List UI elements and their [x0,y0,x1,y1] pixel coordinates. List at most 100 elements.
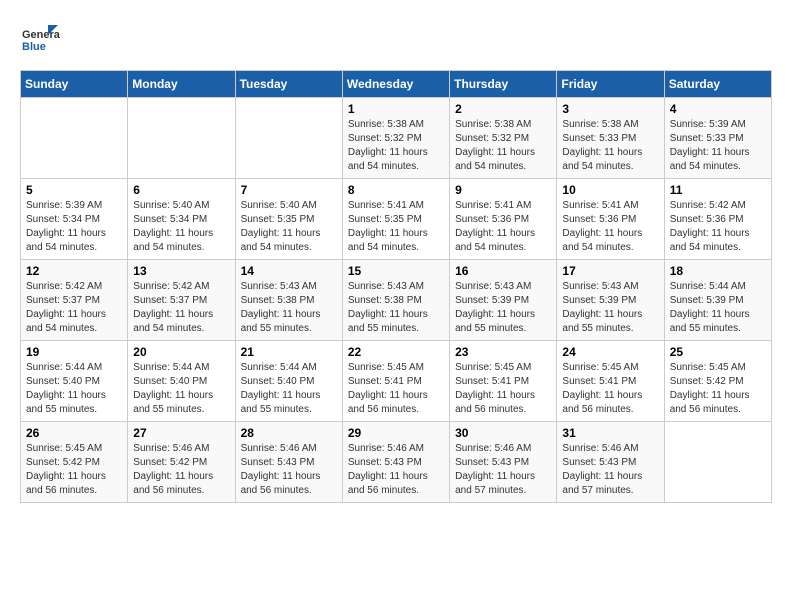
day-info: Sunrise: 5:45 AM Sunset: 5:42 PM Dayligh… [670,361,766,417]
day-info: Sunrise: 5:40 AM Sunset: 5:34 PM Dayligh… [133,199,229,255]
day-info: Sunrise: 5:43 AM Sunset: 5:39 PM Dayligh… [455,280,551,336]
day-info: Sunrise: 5:44 AM Sunset: 5:40 PM Dayligh… [26,361,122,417]
calendar-cell: 2 Sunrise: 5:38 AM Sunset: 5:32 PM Daylig… [450,98,557,179]
day-info: Sunrise: 5:42 AM Sunset: 5:37 PM Dayligh… [133,280,229,336]
day-info: Sunrise: 5:41 AM Sunset: 5:36 PM Dayligh… [562,199,658,255]
day-number: 22 [348,345,444,359]
day-info: Sunrise: 5:45 AM Sunset: 5:41 PM Dayligh… [348,361,444,417]
day-number: 25 [670,345,766,359]
calendar-cell: 24 Sunrise: 5:45 AM Sunset: 5:41 PM Dayli… [557,341,664,422]
calendar-table: SundayMondayTuesdayWednesdayThursdayFrid… [20,70,772,503]
day-number: 2 [455,102,551,116]
day-info: Sunrise: 5:38 AM Sunset: 5:32 PM Dayligh… [348,118,444,174]
calendar-cell [664,422,771,503]
calendar-cell: 4 Sunrise: 5:39 AM Sunset: 5:33 PM Daylig… [664,98,771,179]
day-info: Sunrise: 5:41 AM Sunset: 5:36 PM Dayligh… [455,199,551,255]
day-of-week-header: Monday [128,71,235,98]
day-info: Sunrise: 5:43 AM Sunset: 5:38 PM Dayligh… [241,280,337,336]
calendar-cell: 25 Sunrise: 5:45 AM Sunset: 5:42 PM Dayli… [664,341,771,422]
calendar-cell: 27Sunrise: 5:46 AM Sunset: 5:42 PM Dayli… [128,422,235,503]
calendar-cell: 21 Sunrise: 5:44 AM Sunset: 5:40 PM Dayli… [235,341,342,422]
day-number: 23 [455,345,551,359]
calendar-cell: 3 Sunrise: 5:38 AM Sunset: 5:33 PM Daylig… [557,98,664,179]
calendar-cell: 16 Sunrise: 5:43 AM Sunset: 5:39 PM Dayli… [450,260,557,341]
calendar-cell: 23 Sunrise: 5:45 AM Sunset: 5:41 PM Dayli… [450,341,557,422]
day-info: Sunrise: 5:44 AM Sunset: 5:40 PM Dayligh… [241,361,337,417]
day-info: Sunrise: 5:45 AM Sunset: 5:42 PM Dayligh… [26,442,122,498]
day-of-week-header: Tuesday [235,71,342,98]
calendar-cell [21,98,128,179]
svg-text:Blue: Blue [22,41,46,53]
day-number: 5 [26,183,122,197]
day-number: 10 [562,183,658,197]
day-number: 11 [670,183,766,197]
calendar-cell: 11 Sunrise: 5:42 AM Sunset: 5:36 PM Dayli… [664,179,771,260]
calendar-cell: 26Sunrise: 5:45 AM Sunset: 5:42 PM Dayli… [21,422,128,503]
day-number: 21 [241,345,337,359]
calendar-cell: 13 Sunrise: 5:42 AM Sunset: 5:37 PM Dayli… [128,260,235,341]
day-number: 12 [26,264,122,278]
day-number: 28 [241,426,337,440]
calendar-cell: 8 Sunrise: 5:41 AM Sunset: 5:35 PM Daylig… [342,179,449,260]
day-number: 17 [562,264,658,278]
day-number: 29 [348,426,444,440]
day-number: 8 [348,183,444,197]
day-number: 14 [241,264,337,278]
day-of-week-header: Saturday [664,71,771,98]
calendar-cell: 9 Sunrise: 5:41 AM Sunset: 5:36 PM Daylig… [450,179,557,260]
calendar-cell: 31Sunrise: 5:46 AM Sunset: 5:43 PM Dayli… [557,422,664,503]
calendar-week-row: 19 Sunrise: 5:44 AM Sunset: 5:40 PM Dayli… [21,341,772,422]
calendar-week-row: 26Sunrise: 5:45 AM Sunset: 5:42 PM Dayli… [21,422,772,503]
day-info: Sunrise: 5:38 AM Sunset: 5:32 PM Dayligh… [455,118,551,174]
calendar-cell: 29Sunrise: 5:46 AM Sunset: 5:43 PM Dayli… [342,422,449,503]
day-of-week-header: Thursday [450,71,557,98]
day-of-week-header: Wednesday [342,71,449,98]
day-number: 20 [133,345,229,359]
day-info: Sunrise: 5:46 AM Sunset: 5:43 PM Dayligh… [241,442,337,498]
calendar-cell: 7 Sunrise: 5:40 AM Sunset: 5:35 PM Daylig… [235,179,342,260]
calendar-cell: 28 Sunrise: 5:46 AM Sunset: 5:43 PM Dayli… [235,422,342,503]
day-number: 30 [455,426,551,440]
day-number: 1 [348,102,444,116]
day-info: Sunrise: 5:41 AM Sunset: 5:35 PM Dayligh… [348,199,444,255]
day-number: 3 [562,102,658,116]
calendar-week-row: 12 Sunrise: 5:42 AM Sunset: 5:37 PM Dayli… [21,260,772,341]
calendar-cell [128,98,235,179]
day-info: Sunrise: 5:39 AM Sunset: 5:34 PM Dayligh… [26,199,122,255]
day-info: Sunrise: 5:44 AM Sunset: 5:40 PM Dayligh… [133,361,229,417]
day-info: Sunrise: 5:40 AM Sunset: 5:35 PM Dayligh… [241,199,337,255]
day-info: Sunrise: 5:43 AM Sunset: 5:38 PM Dayligh… [348,280,444,336]
day-info: Sunrise: 5:42 AM Sunset: 5:37 PM Dayligh… [26,280,122,336]
day-info: Sunrise: 5:45 AM Sunset: 5:41 PM Dayligh… [455,361,551,417]
day-number: 6 [133,183,229,197]
day-number: 7 [241,183,337,197]
day-number: 19 [26,345,122,359]
logo: GeneralBlue [20,20,60,60]
calendar-cell: 10 Sunrise: 5:41 AM Sunset: 5:36 PM Dayli… [557,179,664,260]
calendar-cell: 15Sunrise: 5:43 AM Sunset: 5:38 PM Dayli… [342,260,449,341]
calendar-cell: 20 Sunrise: 5:44 AM Sunset: 5:40 PM Dayli… [128,341,235,422]
svg-text:General: General [22,29,60,41]
calendar-cell [235,98,342,179]
day-number: 13 [133,264,229,278]
day-info: Sunrise: 5:42 AM Sunset: 5:36 PM Dayligh… [670,199,766,255]
day-of-week-header: Friday [557,71,664,98]
calendar-cell: 6 Sunrise: 5:40 AM Sunset: 5:34 PM Daylig… [128,179,235,260]
calendar-header-row: SundayMondayTuesdayWednesdayThursdayFrid… [21,71,772,98]
calendar-cell: 19 Sunrise: 5:44 AM Sunset: 5:40 PM Dayli… [21,341,128,422]
day-info: Sunrise: 5:45 AM Sunset: 5:41 PM Dayligh… [562,361,658,417]
calendar-cell: 22 Sunrise: 5:45 AM Sunset: 5:41 PM Dayli… [342,341,449,422]
day-info: Sunrise: 5:38 AM Sunset: 5:33 PM Dayligh… [562,118,658,174]
day-info: Sunrise: 5:39 AM Sunset: 5:33 PM Dayligh… [670,118,766,174]
calendar-cell: 5 Sunrise: 5:39 AM Sunset: 5:34 PM Daylig… [21,179,128,260]
calendar-cell: 18Sunrise: 5:44 AM Sunset: 5:39 PM Dayli… [664,260,771,341]
day-info: Sunrise: 5:46 AM Sunset: 5:43 PM Dayligh… [562,442,658,498]
day-number: 9 [455,183,551,197]
day-number: 4 [670,102,766,116]
calendar-week-row: 5 Sunrise: 5:39 AM Sunset: 5:34 PM Daylig… [21,179,772,260]
calendar-week-row: 1 Sunrise: 5:38 AM Sunset: 5:32 PM Daylig… [21,98,772,179]
calendar-cell: 14 Sunrise: 5:43 AM Sunset: 5:38 PM Dayli… [235,260,342,341]
day-number: 16 [455,264,551,278]
day-of-week-header: Sunday [21,71,128,98]
day-number: 24 [562,345,658,359]
